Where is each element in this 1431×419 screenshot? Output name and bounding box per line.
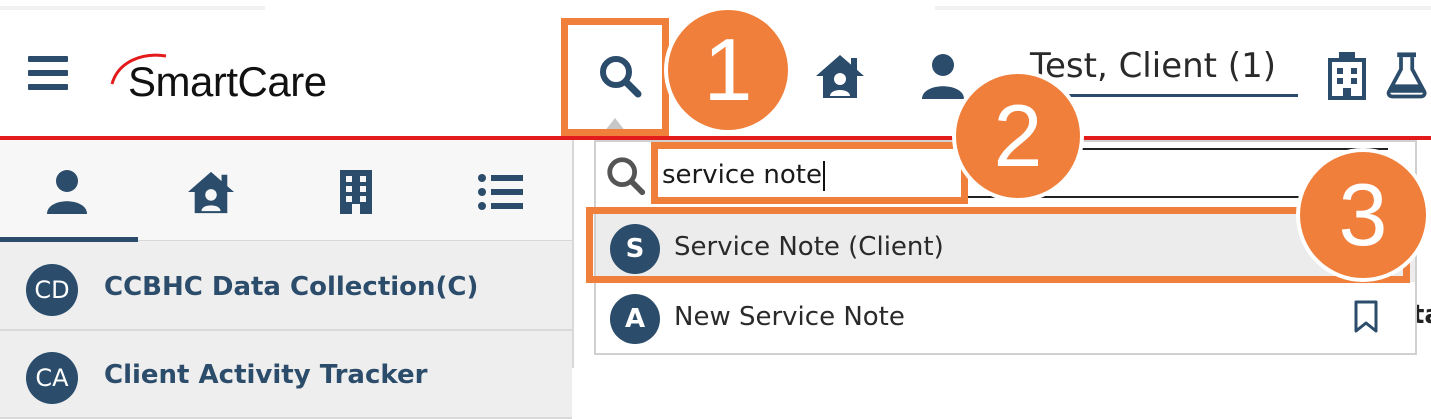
flask-icon[interactable] bbox=[1386, 46, 1431, 102]
search-result-new-service-note[interactable]: A New Service Note bbox=[596, 284, 1415, 352]
callout-badge-3: 3 bbox=[1296, 148, 1430, 282]
user-icon[interactable] bbox=[915, 48, 971, 104]
smartcare-logo: SmartCare bbox=[108, 48, 378, 118]
hamburger-menu-icon[interactable] bbox=[28, 56, 70, 92]
top-bar-shadow-right bbox=[935, 6, 1431, 10]
callout-badge-1: 1 bbox=[664, 6, 792, 134]
callout-box-1 bbox=[561, 18, 669, 136]
list-icon[interactable] bbox=[471, 162, 531, 222]
bookmark-icon[interactable] bbox=[1353, 300, 1379, 334]
search-icon bbox=[604, 154, 648, 198]
home-user-icon[interactable] bbox=[181, 162, 241, 222]
hospital-icon[interactable] bbox=[1322, 48, 1372, 102]
client-name-link[interactable]: Test, Client (1) bbox=[1030, 46, 1276, 86]
sidebar-item-label: CCBHC Data Collection(C) bbox=[104, 272, 479, 302]
sidebar-item-ccbhc-data-collection[interactable]: CD CCBHC Data Collection(C) bbox=[0, 243, 572, 331]
sidebar-item-label: Client Activity Tracker bbox=[104, 360, 428, 390]
result-label: New Service Note bbox=[674, 302, 905, 332]
callout-badge-2: 2 bbox=[952, 70, 1084, 202]
result-type-badge: A bbox=[610, 294, 660, 344]
sidebar-item-client-activity-tracker[interactable]: CA Client Activity Tracker bbox=[0, 331, 572, 419]
sidebar: CD CCBHC Data Collection(C) CA Client Ac… bbox=[0, 140, 574, 419]
avatar: CD bbox=[26, 264, 78, 316]
client-icon[interactable] bbox=[37, 162, 97, 222]
top-bar-shadow bbox=[0, 6, 265, 10]
callout-box-3 bbox=[586, 207, 1410, 283]
sidebar-tabs bbox=[0, 140, 572, 242]
avatar: CA bbox=[26, 352, 78, 404]
home-user-icon[interactable] bbox=[810, 48, 870, 104]
callout-box-2 bbox=[651, 142, 968, 204]
active-tab-indicator bbox=[0, 237, 138, 242]
building-icon[interactable] bbox=[326, 162, 386, 222]
logo-text: SmartCare bbox=[128, 58, 327, 105]
